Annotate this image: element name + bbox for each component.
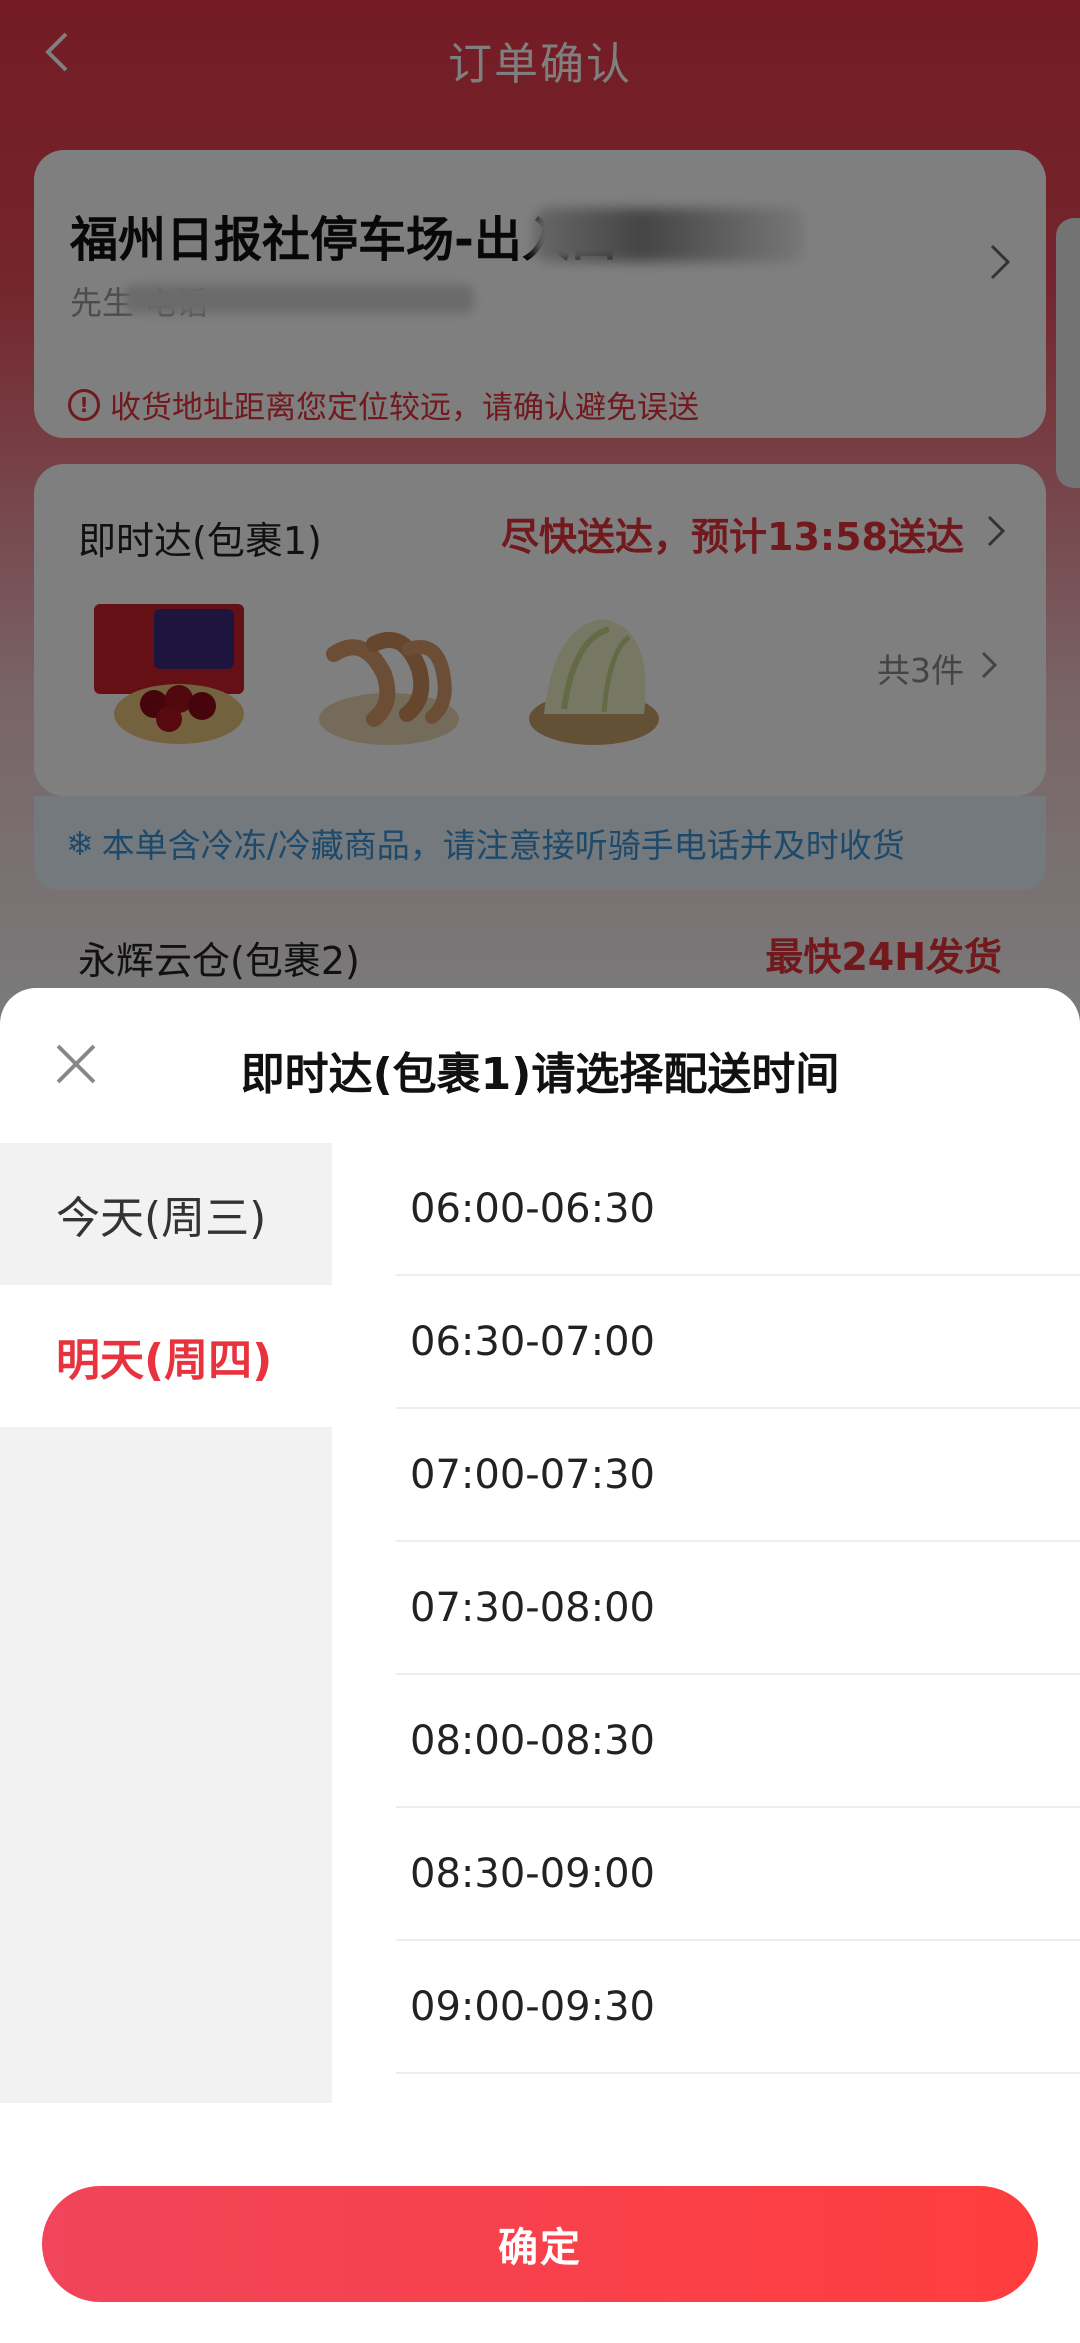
time-slot[interactable]: 09:00-09:30 [396, 1941, 1080, 2074]
time-slot[interactable]: 06:30-07:00 [396, 1276, 1080, 1409]
time-slot[interactable]: 07:00-07:30 [396, 1409, 1080, 1542]
confirm-button[interactable]: 确定 [42, 2186, 1038, 2302]
day-tomorrow[interactable]: 明天(周四) [0, 1285, 332, 1427]
time-slot[interactable]: 08:00-08:30 [396, 1675, 1080, 1808]
time-slot[interactable]: 06:00-06:30 [396, 1143, 1080, 1276]
delivery-time-sheet: 即时达(包裹1)请选择配送时间 今天(周三) 明天(周四) 06:00-06:3… [0, 988, 1080, 2343]
time-slot-list: 06:00-06:30 06:30-07:00 07:00-07:30 07:3… [332, 1143, 1080, 2074]
sheet-title: 即时达(包裹1)请选择配送时间 [240, 1049, 840, 1100]
day-selector: 今天(周三) 明天(周四) [0, 1143, 332, 2103]
day-today[interactable]: 今天(周三) [0, 1143, 332, 1285]
time-slot[interactable]: 08:30-09:00 [396, 1808, 1080, 1941]
time-slot[interactable]: 07:30-08:00 [396, 1542, 1080, 1675]
